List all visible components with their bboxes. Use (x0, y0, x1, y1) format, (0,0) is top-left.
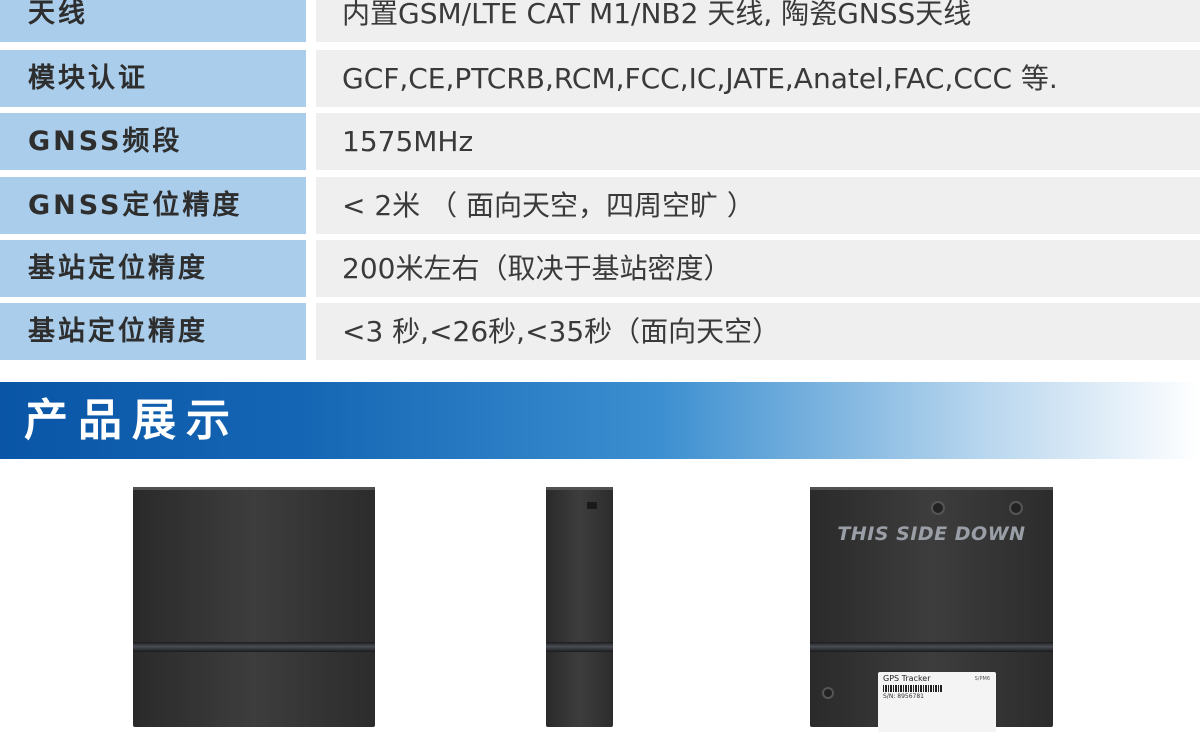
screw-icon (1009, 501, 1023, 515)
product-sticker: GPS Tracker S/PM6 S/N: 8956781 (878, 672, 996, 732)
spec-value: 200米左右（取决于基站密度） (316, 240, 1200, 297)
spec-label: 基站定位精度 (0, 303, 306, 360)
spec-value: < 2米 （ 面向天空，四周空旷 ） (316, 177, 1200, 234)
barcode-icon (883, 685, 943, 692)
device-seam (810, 642, 1053, 652)
spec-label: 模块认证 (0, 50, 306, 107)
spec-row-certification: 模块认证 GCF,CE,PTCRB,RCM,FCC,IC,JATE,Anatel… (0, 50, 1200, 107)
spec-label: GNSS定位精度 (0, 177, 306, 234)
screw-icon (822, 687, 834, 699)
section-header: 产品展示 (0, 382, 1200, 459)
spec-row-lbs-time: 基站定位精度 <3 秒,<26秒,<35秒（面向天空） (0, 303, 1200, 360)
spec-value: 内置GSM/LTE CAT M1/NB2 天线, 陶瓷GNSS天线 (316, 0, 1200, 42)
product-image-front (133, 487, 375, 727)
sticker-serial: S/N: 8956781 (883, 693, 924, 700)
product-image-side (546, 487, 613, 727)
device-seam (546, 642, 613, 652)
device-edge (810, 487, 1053, 490)
spec-row-lbs-accuracy: 基站定位精度 200米左右（取决于基站密度） (0, 240, 1200, 297)
orientation-text: THIS SIDE DOWN (837, 523, 1026, 545)
section-title: 产品展示 (24, 395, 240, 446)
product-gallery: THIS SIDE DOWN GPS Tracker S/PM6 S/N: 89… (0, 459, 1200, 732)
device-seam (133, 642, 375, 652)
device-edge (546, 487, 613, 490)
sticker-model: S/PM6 (974, 676, 990, 682)
spec-label: 天线 (0, 0, 306, 42)
spec-value: GCF,CE,PTCRB,RCM,FCC,IC,JATE,Anatel,FAC,… (316, 50, 1200, 107)
screw-icon (931, 501, 945, 515)
spec-label: GNSS频段 (0, 113, 306, 170)
spec-row-gnss-band: GNSS频段 1575MHz (0, 113, 1200, 170)
sim-slot-icon (587, 502, 597, 509)
spec-value: <3 秒,<26秒,<35秒（面向天空） (316, 303, 1200, 360)
product-image-back: THIS SIDE DOWN GPS Tracker S/PM6 S/N: 89… (810, 487, 1053, 732)
sticker-title: GPS Tracker (883, 674, 931, 683)
spec-row-gnss-accuracy: GNSS定位精度 < 2米 （ 面向天空，四周空旷 ） (0, 177, 1200, 234)
spec-row-antenna: 天线 内置GSM/LTE CAT M1/NB2 天线, 陶瓷GNSS天线 (0, 0, 1200, 42)
spec-value: 1575MHz (316, 113, 1200, 170)
device-edge (133, 487, 375, 490)
spec-label: 基站定位精度 (0, 240, 306, 297)
